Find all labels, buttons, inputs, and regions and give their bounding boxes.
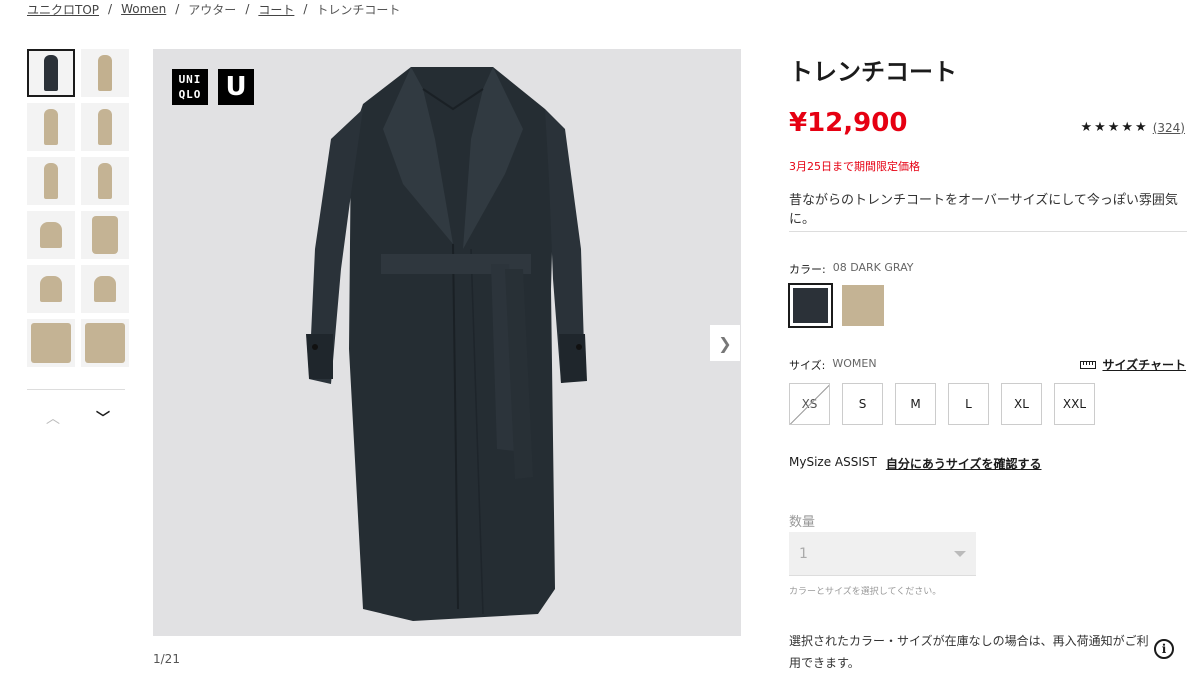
thumbnail-image [31, 323, 71, 363]
thumbnail-image [40, 276, 62, 302]
color-swatch-dark-gray[interactable] [788, 283, 833, 328]
image-counter: 1/21 [153, 652, 180, 666]
size-option-xs[interactable]: XS [789, 383, 830, 425]
size-label: サイズ: WOMEN [789, 357, 877, 373]
uniqlo-logo-line-2: QLO [178, 88, 202, 101]
thumbnail-image [98, 163, 112, 199]
thumbnail-5[interactable] [27, 157, 75, 205]
thumbnail-nav: ︿ ﹀ [46, 412, 110, 426]
size-option-l[interactable]: L [948, 383, 989, 425]
uniqlo-u-logo: U [218, 69, 254, 105]
size-option-m[interactable]: M [895, 383, 936, 425]
quantity-select[interactable]: 1 [789, 532, 976, 576]
thumbnail-6[interactable] [81, 157, 129, 205]
size-option-s[interactable]: S [842, 383, 883, 425]
uniqlo-logo-line-1: UNI [178, 73, 202, 86]
product-title: トレンチコート [789, 58, 957, 86]
chevron-up-icon[interactable]: ︿ [46, 412, 60, 426]
thumbnail-gallery: ︿ ﹀ [27, 49, 129, 426]
size-chart-label: サイズチャート [1102, 358, 1186, 372]
thumbnail-divider [27, 389, 125, 390]
breadcrumb: ユニクロTOP / Women / アウター / コート / トレンチコート [27, 1, 400, 17]
size-chart-link[interactable]: サイズチャート [1080, 356, 1186, 373]
restock-notice: 選択されたカラー・サイズが在庫なしの場合は、再入荷通知がご利用できます。 [789, 634, 1149, 670]
quantity-hint: カラーとサイズを選択してください。 [789, 587, 942, 597]
thumbnail-3[interactable] [27, 103, 75, 151]
thumbnail-image [92, 216, 118, 254]
size-option-xl[interactable]: XL [1001, 383, 1042, 425]
breadcrumb-link-women[interactable]: Women [121, 2, 166, 16]
ruler-icon [1080, 360, 1097, 369]
breadcrumb-separator: / [175, 2, 180, 16]
thumbnail-10[interactable] [81, 265, 129, 313]
mysize-assist: MySize ASSIST 自分にあうサイズを確認する [789, 455, 1042, 472]
product-rating[interactable]: ★★★★★ (324) [1080, 120, 1185, 135]
product-description: 昔ながらのトレンチコートをオーバーサイズにして今っぽい雰囲気に。 [789, 193, 1178, 227]
size-option-xxl[interactable]: XXL [1054, 383, 1095, 425]
breadcrumb-link-top[interactable]: ユニクロTOP [27, 1, 99, 18]
breadcrumb-current: トレンチコート [316, 2, 401, 17]
mysize-label: MySize ASSIST [789, 455, 877, 469]
thumbnail-11[interactable] [27, 319, 75, 367]
breadcrumb-link-coat[interactable]: コート [258, 1, 294, 18]
thumbnail-image [98, 55, 112, 91]
thumbnail-grid [27, 49, 129, 367]
color-label-value: 08 DARK GRAY [832, 261, 914, 274]
thumbnail-12[interactable] [81, 319, 129, 367]
thumbnail-image [98, 109, 112, 145]
thumbnail-image [44, 163, 58, 199]
chevron-right-icon: ❯ [718, 333, 732, 353]
thumbnail-image [94, 276, 116, 302]
caret-down-icon [954, 550, 966, 557]
size-options: XS S M L XL XXL [789, 383, 1095, 425]
chevron-down-icon[interactable]: ﹀ [96, 412, 110, 426]
review-count-link[interactable]: (324) [1153, 121, 1185, 135]
thumbnail-image [44, 109, 58, 145]
info-icon[interactable]: i [1154, 639, 1174, 659]
thumbnail-1[interactable] [27, 49, 75, 97]
mysize-link[interactable]: 自分にあうサイズを確認する [886, 455, 1042, 472]
thumbnail-9[interactable] [27, 265, 75, 313]
thumbnail-image [44, 55, 58, 91]
product-price: ¥12,900 [789, 108, 908, 138]
info-divider [789, 231, 1187, 232]
uniqlo-logo: UNI QLO [172, 69, 208, 105]
thumbnail-image [40, 222, 62, 248]
trench-coat-image [306, 67, 587, 621]
main-product-image[interactable]: UNI QLO U [153, 49, 741, 636]
breadcrumb-separator: / [245, 2, 250, 16]
color-label-key: カラー: [789, 263, 826, 276]
quantity-value: 1 [799, 545, 808, 562]
thumbnail-7[interactable] [27, 211, 75, 259]
size-label-key: サイズ: [789, 359, 826, 372]
breadcrumb-separator: / [303, 2, 308, 16]
promo-text: 3月25日まで期間限定価格 [789, 160, 920, 173]
rating-stars: ★★★★★ [1080, 120, 1149, 135]
next-image-button[interactable]: ❯ [710, 325, 740, 361]
thumbnail-4[interactable] [81, 103, 129, 151]
breadcrumb-separator: / [108, 2, 113, 16]
breadcrumb-item-outer: アウター [188, 2, 237, 17]
color-swatch-fill [793, 288, 828, 323]
quantity-label: 数量 [789, 515, 816, 530]
thumbnail-8[interactable] [81, 211, 129, 259]
color-label: カラー: 08 DARK GRAY [789, 261, 913, 277]
color-swatch-beige[interactable] [842, 285, 884, 326]
size-label-value: WOMEN [832, 357, 877, 370]
thumbnail-image [85, 323, 125, 363]
thumbnail-2[interactable] [81, 49, 129, 97]
